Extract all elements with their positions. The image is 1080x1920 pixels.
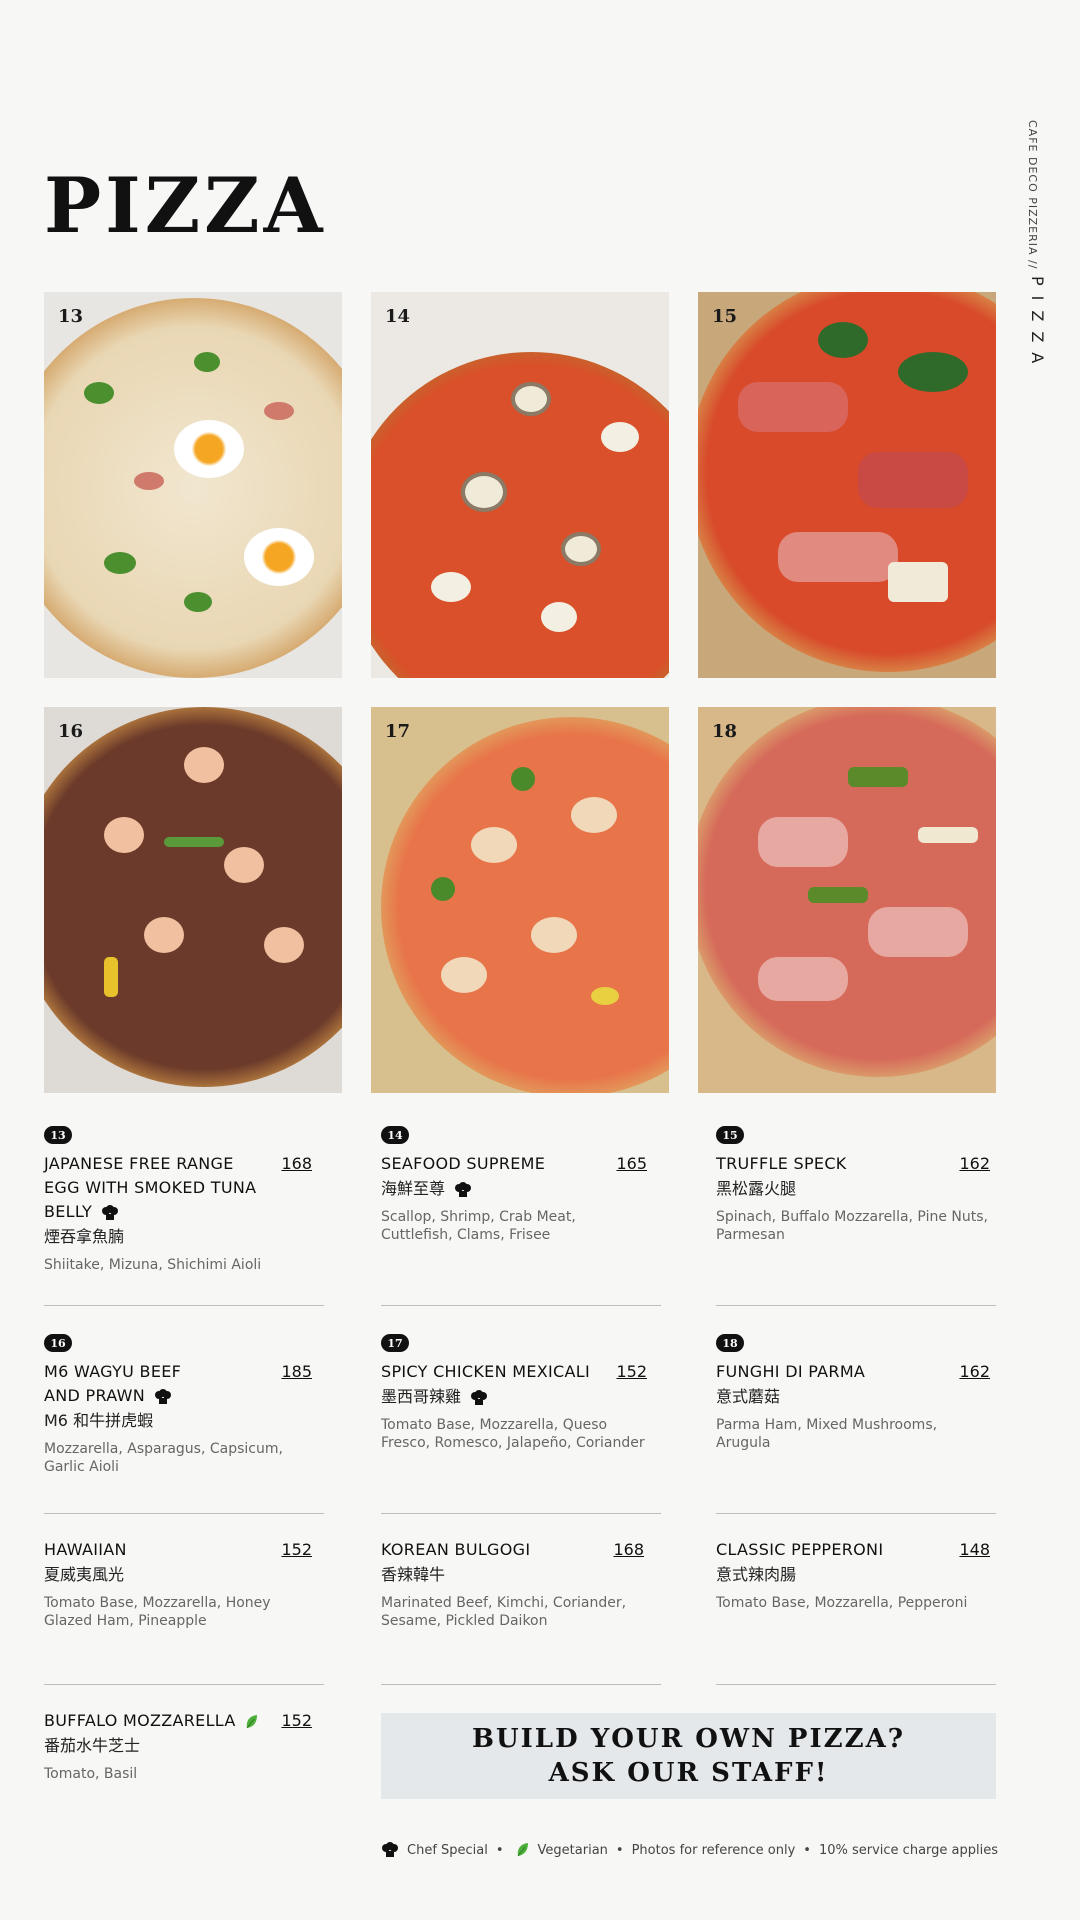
item-chinese-name: 夏威夷風光 [44,1565,125,1584]
chef-hat-icon [155,1388,172,1404]
item-price: 165 [616,1154,647,1173]
divider [381,1513,661,1514]
item-description: Tomato Base, Mozzarella, Queso Fresco, R… [381,1417,645,1451]
item-chinese-name: 墨西哥辣雞 [381,1387,462,1406]
item-price: 152 [616,1362,647,1381]
pizza-photo-14: 14 [371,292,669,678]
divider [44,1513,324,1514]
item-chinese-name: 海鮮至尊 [381,1179,446,1198]
item-price: 185 [281,1362,312,1381]
photo-number: 16 [58,721,84,742]
leaf-icon [517,1843,528,1857]
pizza-photo-18: 18 [698,707,996,1093]
item-description: Tomato Base, Mozzarella, Pepperoni [716,1595,968,1611]
pizza-photo-15: 15 [698,292,996,678]
menu-item-16: 16 M6 WAGYU BEEF AND PRAWN 185 M6 和牛拼虎蝦 … [44,1334,312,1476]
chef-hat-icon [455,1181,472,1197]
item-chinese-name: 意式辣肉腸 [716,1565,797,1584]
item-chinese-name: 煙吞拿魚腩 [44,1227,125,1246]
pizza-photo-17: 17 [371,707,669,1093]
menu-item-buffalo-mozzarella: BUFFALO MOZZARELLA 152 番茄水牛芝士 Tomato, Ba… [44,1709,312,1783]
divider [716,1513,996,1514]
divider [44,1684,324,1685]
divider [44,1305,324,1306]
item-price: 162 [959,1362,990,1381]
legend-vegetarian: Vegetarian [537,1842,608,1858]
item-name: SEAFOOD SUPREME [381,1154,546,1173]
photo-number: 17 [385,721,411,742]
item-name: CLASSIC PEPPERONI [716,1540,884,1559]
item-name: SPICY CHICKEN MEXICALI [381,1362,590,1381]
item-badge: 14 [381,1126,409,1144]
item-name: FUNGHI DI PARMA [716,1362,866,1381]
menu-item-classic-pepperoni: CLASSIC PEPPERONI 148 意式辣肉腸 Tomato Base,… [716,1538,990,1612]
page-title: PIZZA [44,161,327,250]
divider [716,1684,996,1685]
item-badge: 18 [716,1334,744,1352]
item-chinese-name: 番茄水牛芝士 [44,1736,141,1755]
legend: Chef Special • Vegetarian • Photos for r… [377,1842,998,1858]
item-name: BUFFALO MOZZARELLA [44,1711,236,1730]
pizza-photo-13: 13 [44,292,342,678]
item-price: 152 [281,1711,312,1730]
chef-hat-icon [102,1204,119,1220]
cta-line-2: ASK OUR STAFF! [548,1758,829,1788]
item-name: TRUFFLE SPECK [716,1154,847,1173]
menu-item-17: 17 SPICY CHICKEN MEXICALI 152 墨西哥辣雞 Toma… [381,1334,647,1452]
item-name: HAWAIIAN [44,1540,127,1559]
menu-item-korean-bulgogi: KOREAN BULGOGI 168 香辣韓牛 Marinated Beef, … [381,1538,644,1630]
item-price: 168 [613,1540,644,1559]
item-price: 168 [281,1154,312,1173]
divider [381,1684,661,1685]
item-description: Parma Ham, Mixed Mushrooms, Arugula [716,1417,938,1451]
item-name: KOREAN BULGOGI [381,1540,531,1559]
menu-item-18: 18 FUNGHI DI PARMA 162 意式蘑菇 Parma Ham, M… [716,1334,990,1452]
item-badge: 17 [381,1334,409,1352]
item-price: 152 [281,1540,312,1559]
divider [716,1305,996,1306]
item-description: Tomato, Basil [44,1766,138,1782]
item-description: Spinach, Buffalo Mozzarella, Pine Nuts, … [716,1209,988,1243]
menu-item-hawaiian: HAWAIIAN 152 夏威夷風光 Tomato Base, Mozzarel… [44,1538,312,1630]
photo-number: 14 [385,306,411,327]
item-chinese-name: 黑松露火腿 [716,1179,797,1198]
menu-item-15: 15 TRUFFLE SPECK 162 黑松露火腿 Spinach, Buff… [716,1126,990,1244]
item-chinese-name: 意式蘑菇 [716,1387,781,1406]
menu-item-13: 13 JAPANESE FREE RANGE EGG WITH SMOKED T… [44,1126,312,1274]
item-description: Marinated Beef, Kimchi, Coriander, Sesam… [381,1595,627,1629]
photo-number: 13 [58,306,84,327]
separator-dot: • [495,1842,504,1858]
separator-dot: • [615,1842,624,1858]
item-badge: 13 [44,1126,72,1144]
photo-number: 15 [712,306,738,327]
item-price: 148 [959,1540,990,1559]
build-your-own-banner: BUILD YOUR OWN PIZZA? ASK OUR STAFF! [381,1713,996,1799]
item-chinese-name: M6 和牛拼虎蝦 [44,1411,154,1430]
chef-hat-icon [382,1842,398,1857]
cta-line-1: BUILD YOUR OWN PIZZA? [472,1724,905,1754]
item-description: Tomato Base, Mozzarella, Honey Glazed Ha… [44,1595,271,1629]
side-label-pizza: PIZZA [1028,276,1047,374]
leaf-icon [246,1714,258,1728]
item-badge: 15 [716,1126,744,1144]
chef-hat-icon [471,1389,488,1405]
item-badge: 16 [44,1334,72,1352]
item-description: Scallop, Shrimp, Crab Meat, Cuttlefish, … [381,1209,576,1243]
legend-chef-special: Chef Special [407,1842,488,1858]
menu-item-14: 14 SEAFOOD SUPREME 165 海鮮至尊 Scallop, Shr… [381,1126,647,1244]
separator-dot: • [803,1842,811,1858]
item-description: Shiitake, Mizuna, Shichimi Aioli [44,1257,262,1273]
side-label: CAFE DECO PIZZERIA // [1026,120,1039,270]
item-description: Mozzarella, Asparagus, Capsicum, Garlic … [44,1441,283,1475]
legend-service-charge: 10% service charge applies [818,1842,998,1858]
photo-number: 18 [712,721,738,742]
legend-photos-note: Photos for reference only [631,1842,796,1858]
item-chinese-name: 香辣韓牛 [381,1565,446,1584]
divider [381,1305,661,1306]
item-name: JAPANESE FREE RANGE EGG WITH SMOKED TUNA… [44,1154,257,1221]
item-price: 162 [959,1154,990,1173]
pizza-photo-16: 16 [44,707,342,1093]
